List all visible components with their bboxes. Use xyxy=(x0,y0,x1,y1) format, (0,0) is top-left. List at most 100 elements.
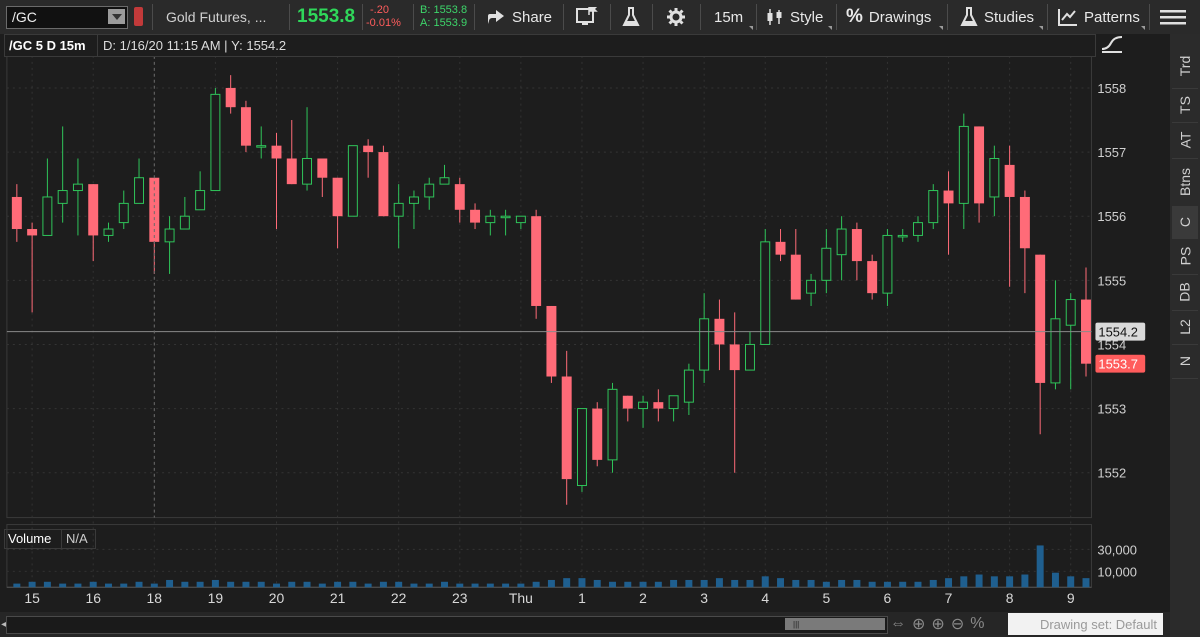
percent-icon[interactable]: % xyxy=(970,615,984,633)
volume-bar xyxy=(624,581,632,588)
candle-body xyxy=(454,184,465,210)
rail-tab-at[interactable]: AT xyxy=(1172,122,1198,159)
volume-bar xyxy=(410,583,418,588)
rail-tab-n[interactable]: N xyxy=(1172,344,1198,379)
candle-body xyxy=(531,216,542,306)
rail-tab-ts[interactable]: TS xyxy=(1172,88,1198,123)
candle xyxy=(531,209,542,319)
volume-bar xyxy=(89,581,97,588)
price-chart[interactable]: 155215531554155515561557155815 16 18 19 20 21… xyxy=(0,34,1170,634)
candle-body xyxy=(989,157,1000,198)
pan-arrows-icon[interactable]: ⇔ xyxy=(890,615,906,633)
candle xyxy=(1065,293,1076,390)
candle xyxy=(210,87,221,192)
candle xyxy=(195,171,206,211)
rail-tab-db[interactable]: DB xyxy=(1172,274,1198,311)
symbol-input[interactable]: /GC xyxy=(6,6,128,29)
volume-bar xyxy=(639,581,647,588)
candle xyxy=(134,158,145,204)
symbol-dropdown-button[interactable] xyxy=(108,9,125,24)
candle xyxy=(424,177,435,210)
rail-tab-trd[interactable]: Trd xyxy=(1172,44,1198,89)
candle-body xyxy=(775,241,786,255)
volume-bar xyxy=(883,581,891,588)
rail-tab-l2[interactable]: L2 xyxy=(1172,310,1198,345)
candle xyxy=(1004,145,1015,287)
candle-body xyxy=(347,145,358,217)
rail-tab-c[interactable]: C xyxy=(1172,206,1198,239)
studies-button[interactable]: Studies xyxy=(960,0,1034,34)
patterns-button[interactable]: Patterns xyxy=(1058,0,1140,34)
candle-body xyxy=(943,190,954,204)
net-change: -.20 xyxy=(370,4,389,16)
volume-bar xyxy=(792,579,800,588)
flag-alert-button[interactable] xyxy=(576,0,598,34)
divider xyxy=(474,4,475,30)
share-icon xyxy=(488,10,504,24)
volume-bar xyxy=(929,579,937,588)
rail-tab-btns[interactable]: Btns xyxy=(1172,158,1198,207)
crosshair-icon[interactable]: ⊕ xyxy=(912,614,925,634)
divider xyxy=(756,4,757,30)
candle-body xyxy=(821,247,832,281)
style-button[interactable]: Style xyxy=(766,0,823,34)
y-tick-label: 1552 xyxy=(1097,466,1126,481)
candle xyxy=(378,145,389,217)
candle xyxy=(88,184,99,262)
cursor-y-value: Y: 1554.2 xyxy=(231,38,287,53)
chevron-down-icon xyxy=(939,26,943,30)
volume-bar xyxy=(59,583,67,588)
volume-bar xyxy=(303,581,311,588)
candle xyxy=(302,107,313,191)
menu-button[interactable] xyxy=(1160,0,1186,34)
candle-body xyxy=(134,177,145,204)
candle-body xyxy=(1019,196,1030,249)
grip-icon: ||| xyxy=(793,620,800,629)
rail-tab-label: DB xyxy=(1176,282,1193,302)
candle-body xyxy=(256,145,267,148)
flask-button[interactable] xyxy=(622,0,640,34)
top-toolbar: /GC Gold Futures, ... 1553.8 -.20 -0.01%… xyxy=(0,0,1200,35)
alert-badge-icon[interactable] xyxy=(134,7,143,26)
volume-bar xyxy=(425,583,433,588)
volume-bar xyxy=(914,581,922,588)
volume-bar xyxy=(441,581,448,588)
share-button[interactable]: Share xyxy=(486,0,552,34)
candle xyxy=(57,126,68,223)
zoom-out-icon[interactable]: ⊖ xyxy=(951,614,964,634)
y-tick-label: 1556 xyxy=(1097,209,1126,224)
drawings-button[interactable]: % Drawings xyxy=(846,0,931,34)
divider xyxy=(947,4,948,30)
x-tick-label: 2 xyxy=(639,590,647,606)
x-tick-label: 8 xyxy=(1006,590,1014,606)
volume-bar xyxy=(105,583,112,588)
rail-tab-label: Btns xyxy=(1177,167,1194,197)
zoom-in-icon[interactable]: ⊕ xyxy=(931,614,944,634)
rail-tab-ps[interactable]: PS xyxy=(1172,238,1198,275)
volume-bar xyxy=(1006,576,1014,588)
candle xyxy=(470,203,481,230)
studies-settings-button[interactable] xyxy=(1100,34,1124,54)
candle xyxy=(928,184,939,230)
chevron-down-icon xyxy=(828,26,832,30)
volume-bar xyxy=(532,581,540,588)
candle-body xyxy=(72,183,83,192)
drawing-set-selector[interactable]: Drawing set: Default xyxy=(1008,613,1163,635)
candle-body xyxy=(42,196,53,236)
candle xyxy=(256,126,267,159)
candle-body xyxy=(393,202,404,217)
volume-bar xyxy=(43,581,51,588)
chevron-down-icon xyxy=(1039,26,1043,30)
divider xyxy=(652,4,653,30)
chart-symbol-period: /GC 5 D 15m xyxy=(9,38,86,53)
candle xyxy=(1081,267,1091,377)
timeframe-button[interactable]: 15m xyxy=(714,0,743,34)
candle xyxy=(393,184,404,249)
instrument-description: Gold Futures, ... xyxy=(166,9,267,25)
candle xyxy=(1050,280,1061,390)
candle xyxy=(408,190,419,230)
settings-button[interactable] xyxy=(666,0,686,34)
volume-bar xyxy=(731,579,739,588)
volume-bar xyxy=(1051,572,1059,588)
horizontal-scrollbar[interactable] xyxy=(6,616,888,634)
